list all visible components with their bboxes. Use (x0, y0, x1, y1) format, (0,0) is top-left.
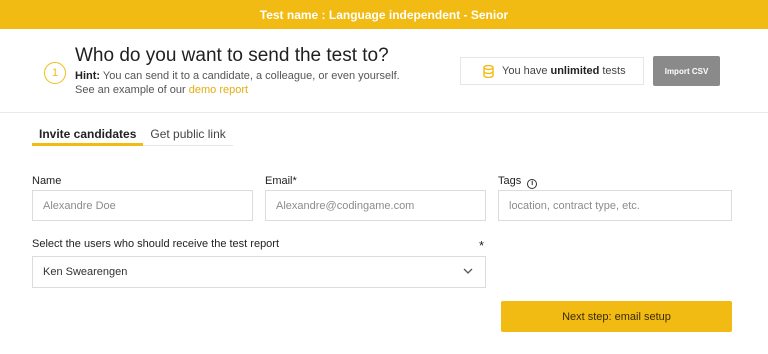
info-icon[interactable]: i (527, 178, 538, 189)
quota-suffix: tests (602, 65, 626, 77)
email-label: Email* (265, 175, 297, 187)
tags-label: Tags (498, 175, 522, 187)
hint-label: Hint: (75, 70, 101, 82)
quota-prefix: You have (502, 65, 548, 77)
tab-get-public-link[interactable]: Get public link (143, 122, 233, 146)
email-field[interactable]: Alexandre@codingame.com (265, 190, 486, 221)
page-title: Who do you want to send the test to? (75, 45, 389, 66)
test-name-bar: Test name : Language independent - Senio… (0, 0, 768, 29)
name-field[interactable]: Alexandre Doe (32, 190, 253, 221)
import-csv-button[interactable]: Import CSV (653, 56, 720, 86)
tags-label-group: Tags i (498, 175, 538, 189)
report-recipient-value: Ken Swearengen (43, 266, 128, 278)
hint-text: Hint: You can send it to a candidate, a … (75, 69, 400, 97)
coin-stack-icon (483, 64, 494, 78)
test-quota-box: You have unlimited tests (460, 57, 644, 85)
quota-value: unlimited (550, 65, 600, 77)
report-recipients-label: Select the users who should receive the … (32, 238, 280, 250)
report-recipients-select[interactable]: Ken Swearengen (32, 256, 486, 288)
example-prefix: See an example of our (75, 84, 189, 96)
chevron-down-icon (463, 268, 473, 274)
demo-report-link[interactable]: demo report (189, 84, 248, 96)
hint-body: You can send it to a candidate, a collea… (100, 70, 400, 82)
test-name-title: Test name : Language independent - Senio… (259, 7, 509, 22)
tab-invite-candidates[interactable]: Invite candidates (32, 122, 144, 146)
step-number-badge: 1 (44, 62, 66, 84)
tags-field[interactable]: location, contract type, etc. (498, 190, 732, 221)
required-asterisk: * (479, 238, 485, 253)
name-label: Name (32, 175, 62, 187)
invite-tabs: Invite candidates Get public link (32, 122, 233, 146)
next-step-button[interactable]: Next step: email setup (501, 301, 732, 332)
step-header: 1 Who do you want to send the test to? H… (0, 29, 768, 113)
